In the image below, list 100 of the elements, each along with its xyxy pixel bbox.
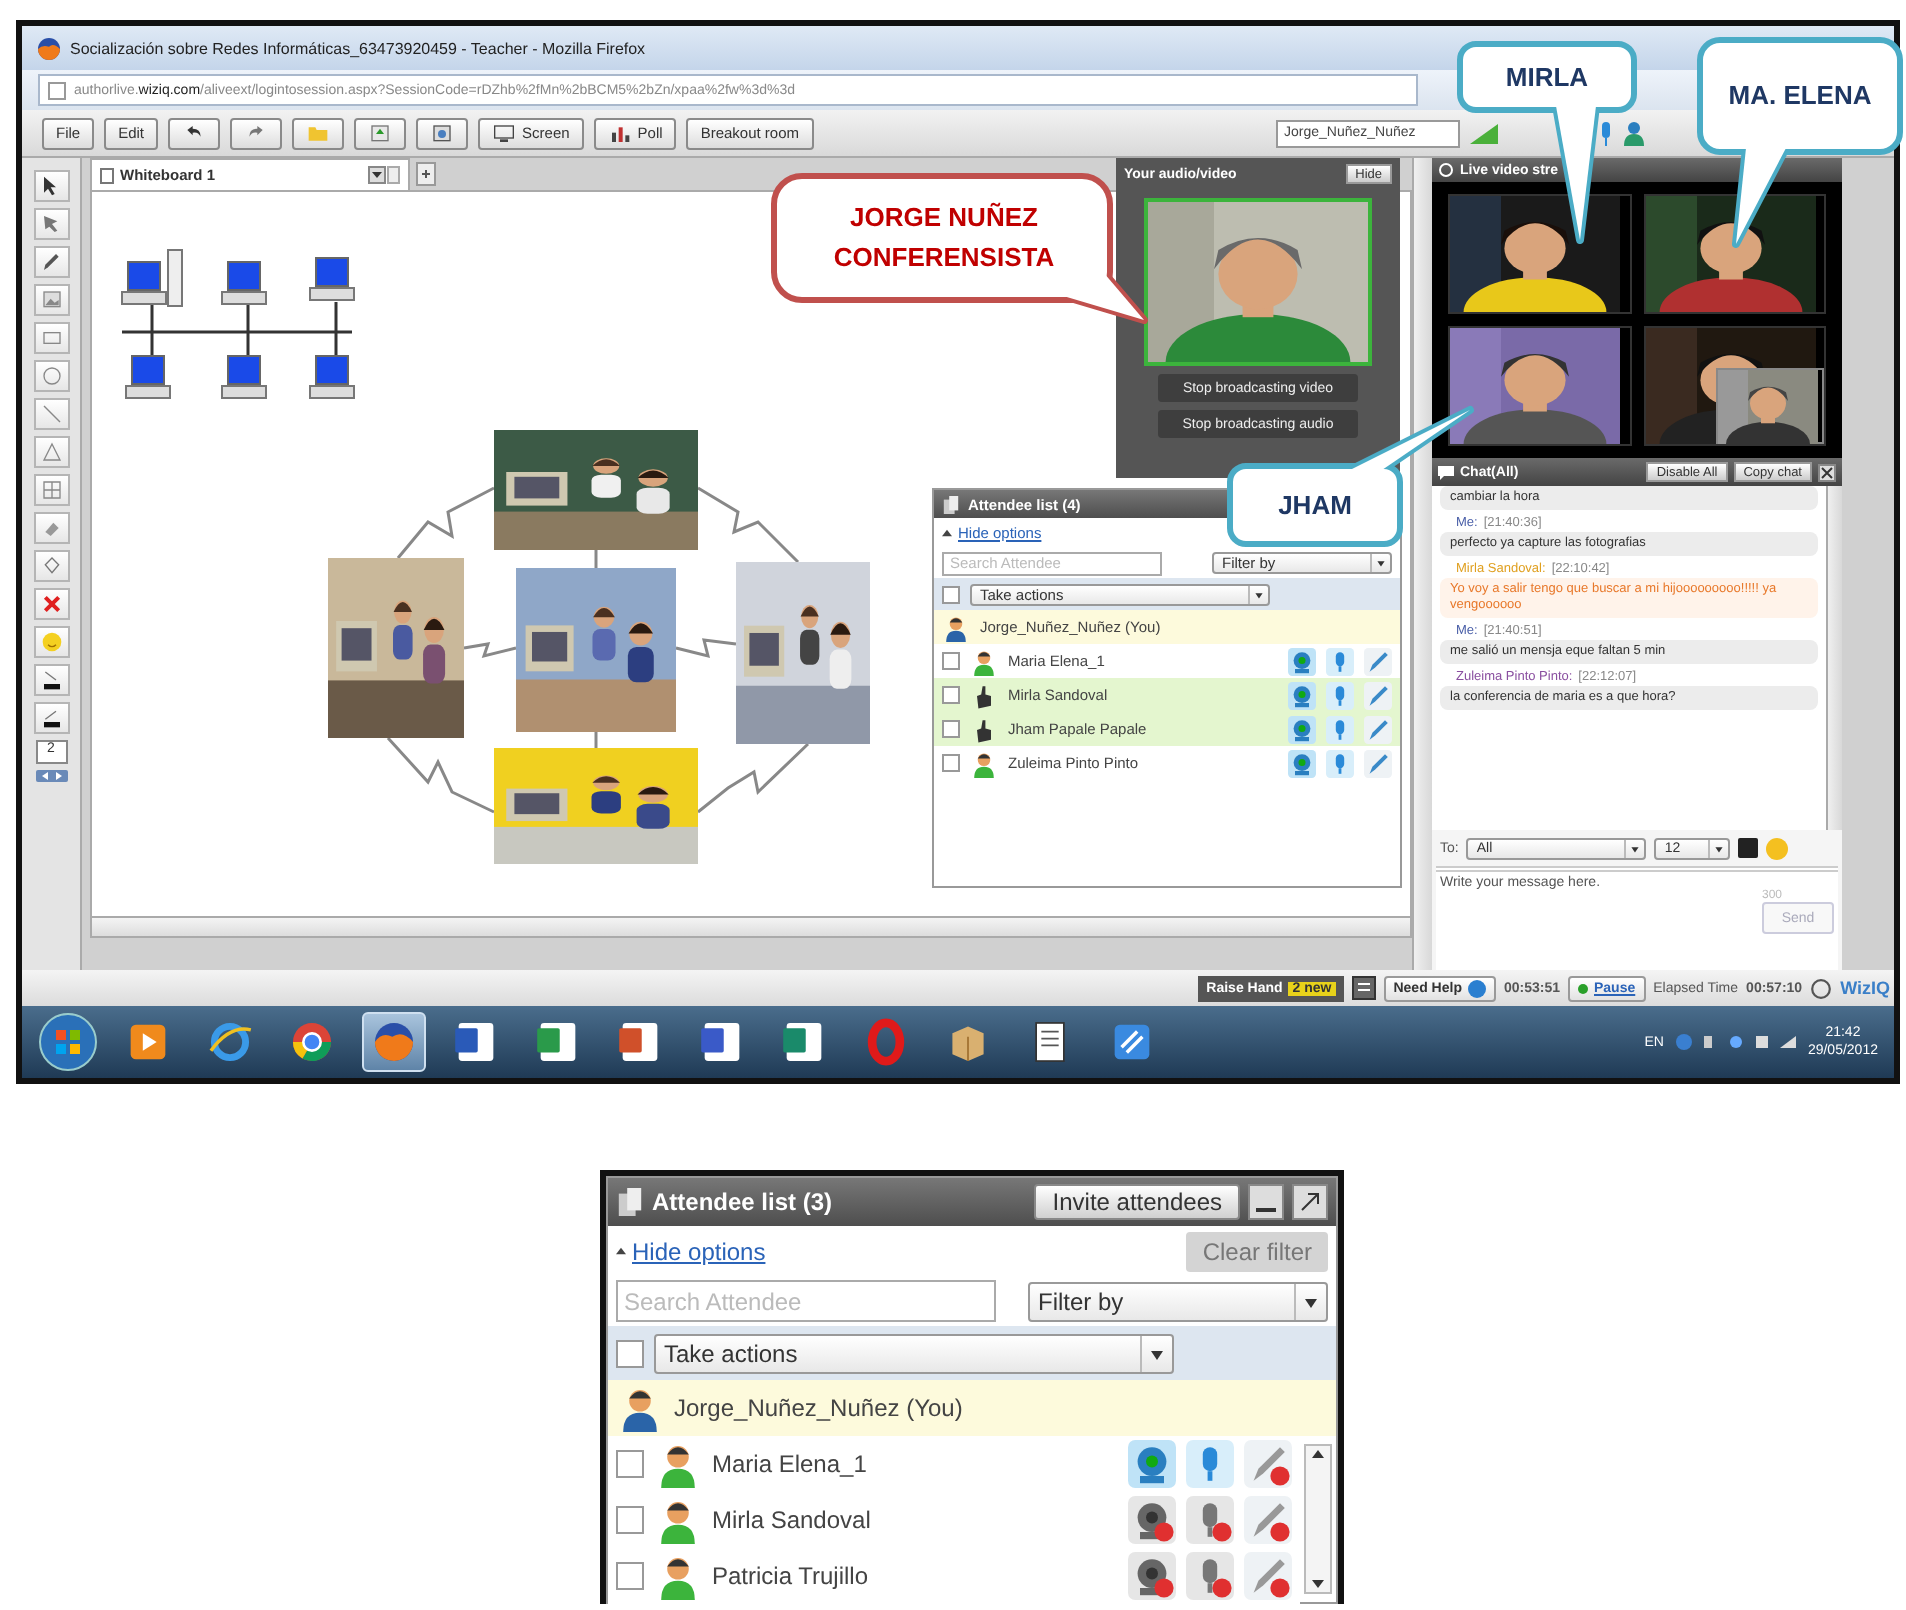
eraser-icon[interactable]: [33, 512, 69, 544]
color-swatch-icon[interactable]: [33, 702, 69, 734]
microphone-icon[interactable]: [1326, 715, 1354, 743]
scrollbar[interactable]: [1304, 1444, 1332, 1594]
pencil-off-icon[interactable]: [1244, 1552, 1292, 1600]
attendee-row[interactable]: Patricia Trujillo: [608, 1548, 1300, 1604]
pointer-icon[interactable]: [33, 208, 69, 240]
pencil-icon[interactable]: [33, 246, 69, 278]
pop-out-icon[interactable]: [1292, 1184, 1328, 1220]
pencil-icon[interactable]: [1364, 715, 1392, 743]
text-color-icon[interactable]: [1738, 838, 1759, 858]
callout-label: JHAM: [1276, 487, 1354, 523]
pencil-off-icon[interactable]: [1244, 1496, 1292, 1544]
checkbox[interactable]: [616, 1339, 644, 1367]
people-icon: [942, 495, 960, 513]
vertical-scrollbar[interactable]: [1412, 158, 1432, 970]
microphone-off-icon[interactable]: [1186, 1552, 1234, 1600]
signal-icon: [1470, 123, 1498, 143]
image-icon[interactable]: [33, 284, 69, 316]
callout-label: JORGE NUÑEZ CONFERENSISTA: [831, 200, 1057, 276]
checkbox[interactable]: [942, 652, 960, 670]
bar-chart-icon: [607, 121, 632, 145]
pencil-icon[interactable]: [1364, 749, 1392, 777]
checkbox[interactable]: [942, 585, 960, 603]
status-dot-icon: [1578, 983, 1588, 993]
help-icon: [1467, 979, 1486, 997]
brand-name: WizIQ: [1840, 978, 1890, 998]
microphone-off-icon[interactable]: [1186, 1496, 1234, 1544]
chat-icon: [1438, 464, 1454, 480]
user-avatar-icon: [942, 613, 970, 641]
people-icon: [616, 1188, 644, 1216]
horizontal-scrollbar[interactable]: [90, 918, 1412, 938]
actions-select[interactable]: Take actions: [654, 1333, 1174, 1373]
search-field[interactable]: Search Attendee: [616, 1280, 996, 1322]
pencil-off-icon[interactable]: [1244, 1440, 1292, 1488]
start-button[interactable]: [38, 1012, 98, 1072]
webcam-icon[interactable]: [1288, 749, 1316, 777]
webcam-off-icon[interactable]: [1128, 1496, 1176, 1544]
browser-logo-icon: [38, 37, 60, 59]
checkbox[interactable]: [942, 720, 960, 738]
user-avatar-icon: [970, 749, 998, 777]
rectangle-icon[interactable]: [33, 322, 69, 354]
dropdown-arrow-icon: [1248, 585, 1268, 603]
grid-icon[interactable]: [33, 474, 69, 506]
close-icon[interactable]: [1818, 463, 1836, 481]
microphone-icon[interactable]: [1326, 681, 1354, 709]
invite-button[interactable]: Invite attendees: [1034, 1184, 1240, 1220]
paint-bucket-icon[interactable]: [33, 550, 69, 582]
checkbox[interactable]: [616, 1562, 644, 1590]
webcam-icon[interactable]: [1288, 715, 1316, 743]
chat-scrollbar[interactable]: [1826, 486, 1842, 830]
page-icon: [48, 81, 66, 99]
undo-button[interactable]: [168, 117, 221, 149]
webcam-icon[interactable]: [1288, 647, 1316, 675]
microphone-icon[interactable]: [1326, 647, 1354, 675]
collapse-arrow-icon: [616, 1246, 626, 1256]
minimize-icon[interactable]: [1248, 1184, 1284, 1220]
scroll-up-icon[interactable]: [1310, 1446, 1326, 1462]
attendee-name: Maria Elena_1: [712, 1450, 869, 1478]
attendee-name: Mirla Sandoval: [712, 1506, 873, 1534]
webcam-icon[interactable]: [1288, 681, 1316, 709]
callout-label: MA. ELENA: [1726, 78, 1874, 114]
add-tab-icon[interactable]: [416, 162, 436, 186]
scroll-down-icon[interactable]: [1310, 1576, 1326, 1592]
checkbox[interactable]: [616, 1450, 644, 1478]
checkbox[interactable]: [942, 754, 960, 772]
user-icon[interactable]: [1624, 121, 1644, 145]
monitor-icon: [492, 121, 517, 145]
checkbox[interactable]: [942, 686, 960, 704]
panel-title: Attendee list (3): [652, 1188, 833, 1216]
dropdown-arrow-icon: [1370, 554, 1390, 572]
user-name: Jorge_Nuñez_Nuñez (You): [674, 1394, 963, 1422]
folder-button[interactable]: [292, 117, 345, 149]
tab-menu-icon[interactable]: [368, 166, 400, 184]
window-title: Socialización sobre Redes Informáticas_63473920459 - Teacher - Mozilla Firefox: [70, 39, 646, 57]
pencil-icon[interactable]: [1364, 681, 1392, 709]
microphone-icon[interactable]: [1598, 121, 1614, 145]
attendee-name: Patricia Trujillo: [712, 1562, 871, 1590]
microphone-icon[interactable]: [1186, 1440, 1234, 1488]
hide-options-link[interactable]: Hide options: [632, 1237, 766, 1265]
capture-icon: [430, 121, 455, 145]
capture-button[interactable]: [416, 117, 469, 149]
color-swatch-icon[interactable]: [33, 664, 69, 696]
upload-icon: [368, 121, 393, 145]
upload-button[interactable]: [354, 117, 407, 149]
page-icon: [100, 167, 114, 183]
checkbox[interactable]: [616, 1506, 644, 1534]
redo-button[interactable]: [230, 117, 283, 149]
tray-icons-drawing: [1675, 1032, 1796, 1052]
filter-select[interactable]: Filter by: [1028, 1281, 1328, 1321]
webcam-off-icon[interactable]: [1128, 1552, 1176, 1600]
microphone-icon[interactable]: [1326, 749, 1354, 777]
user-avatar-icon: [970, 647, 998, 675]
folder-icon: [306, 121, 331, 145]
callout-label: MIRLA: [1503, 59, 1591, 95]
list-icon[interactable]: [1351, 976, 1376, 1000]
delete-icon[interactable]: [33, 588, 69, 620]
page-nav-icon[interactable]: [35, 770, 67, 782]
webcam-icon[interactable]: [1128, 1440, 1176, 1488]
pencil-icon[interactable]: [1364, 647, 1392, 675]
